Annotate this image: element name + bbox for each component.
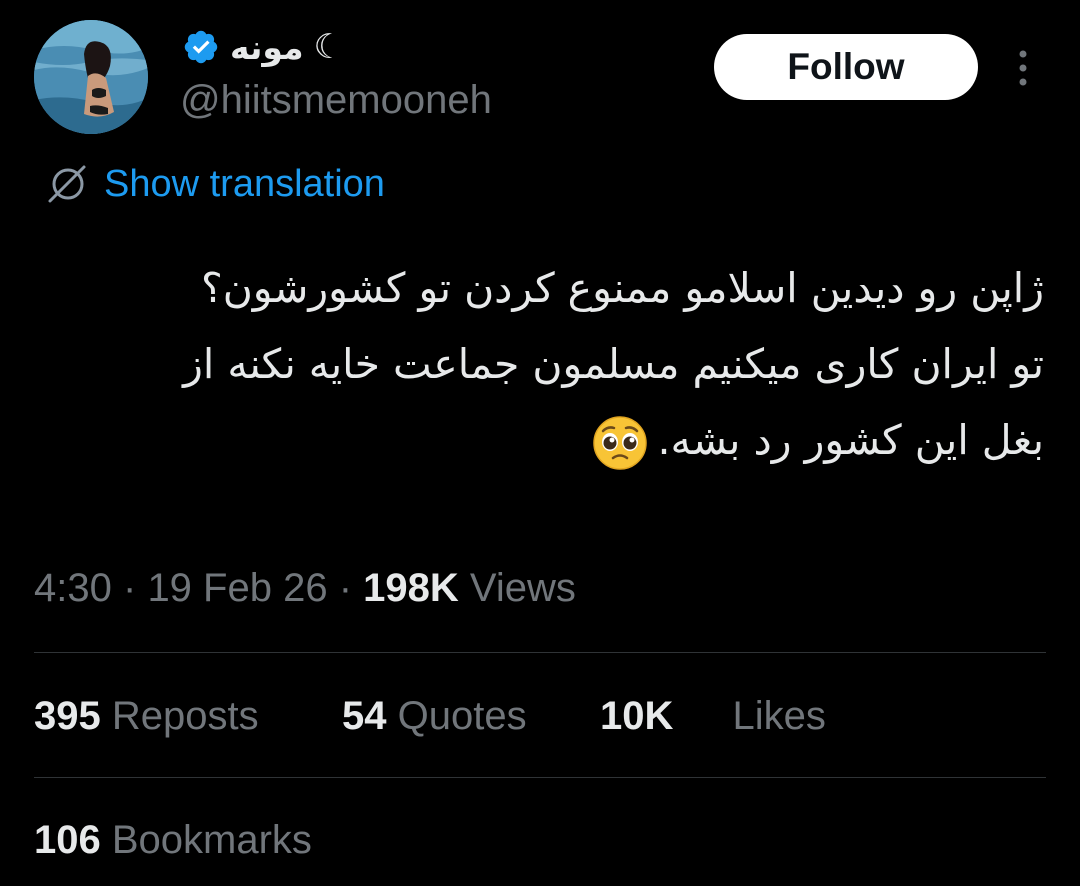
tweet-time[interactable]: 4:30 [34, 566, 112, 610]
meta-separator: · [122, 566, 137, 610]
show-translation-link[interactable]: Show translation [44, 160, 385, 208]
likes-stat[interactable]: 10K Likes [600, 694, 826, 739]
tweet-line-last: بغل این کشور رد بشه. [40, 402, 1044, 478]
views-count: 198K [363, 566, 459, 610]
moon-icon: ☾ [313, 27, 345, 67]
display-name: مونه [230, 27, 304, 67]
verified-badge-icon [182, 28, 220, 66]
author-name-row[interactable]: مونه ☾ [182, 24, 344, 70]
tweet-meta: 4:30 · 19 Feb 26 · 198K Views [34, 566, 576, 611]
bookmarks-count: 106 [34, 818, 101, 862]
tweet-text: ژاپن رو دیدین اسلامو ممنوع کردن تو کشورش… [40, 250, 1044, 478]
author-handle[interactable]: @hiitsmemooneh [180, 78, 492, 123]
divider [34, 652, 1046, 653]
globe-translate-icon [44, 161, 90, 207]
avatar[interactable] [34, 20, 148, 134]
reposts-count: 395 [34, 694, 101, 738]
reposts-stat[interactable]: 395 Reposts [34, 694, 259, 739]
tweet-date[interactable]: 19 Feb 26 [147, 566, 327, 610]
meta-separator: · [338, 566, 353, 610]
tweet-line-text: بغل این کشور رد بشه. [657, 416, 1044, 464]
views-label: Views [469, 566, 576, 610]
pleading-face-emoji-icon [591, 414, 649, 472]
bookmarks-label: Bookmarks [111, 818, 312, 862]
likes-label: Likes [732, 694, 826, 738]
divider [34, 777, 1046, 778]
reposts-label: Reposts [111, 694, 259, 738]
follow-button[interactable]: Follow [714, 34, 978, 100]
profile-photo [34, 20, 148, 134]
tweet-line: تو ایران کاری میکنیم مسلمون جماعت خایه ن… [183, 340, 1044, 388]
show-translation-label: Show translation [104, 162, 385, 205]
tweet-line: ژاپن رو دیدین اسلامو ممنوع کردن تو کشورش… [200, 264, 1044, 312]
more-vertical-icon[interactable] [1013, 48, 1033, 88]
quotes-count: 54 [342, 694, 387, 738]
quotes-stat[interactable]: 54 Quotes [342, 694, 527, 739]
quotes-label: Quotes [397, 694, 527, 738]
likes-count: 10K [600, 694, 674, 738]
bookmarks-stat[interactable]: 106 Bookmarks [34, 818, 312, 863]
